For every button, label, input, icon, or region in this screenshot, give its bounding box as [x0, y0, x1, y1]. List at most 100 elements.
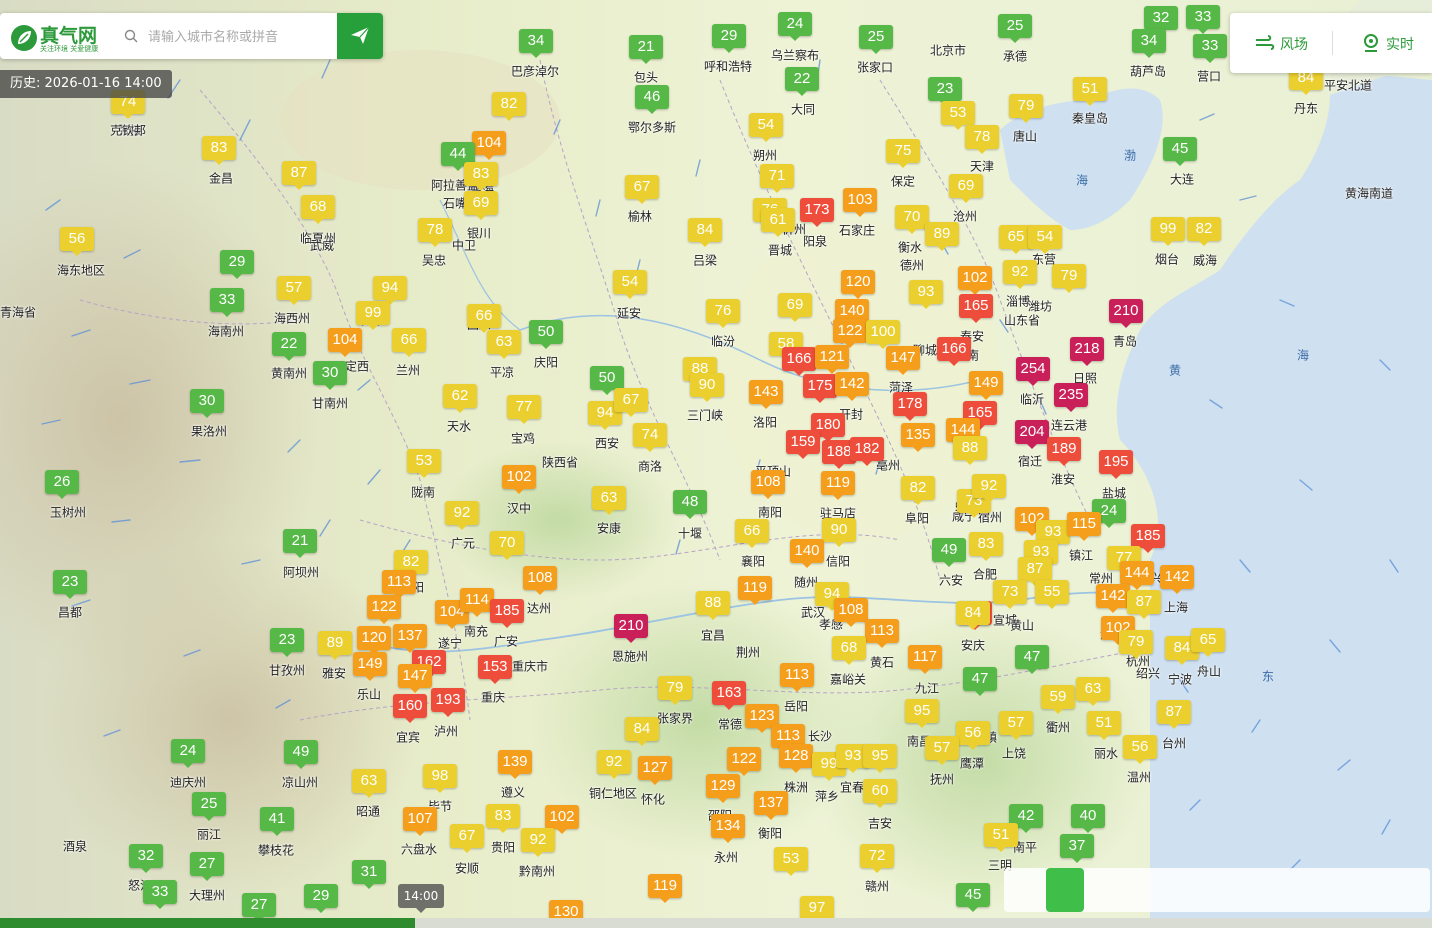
aqi-marker[interactable]: 153	[478, 655, 512, 684]
aqi-marker[interactable]: 53	[941, 101, 975, 130]
aqi-marker[interactable]: 29	[304, 884, 338, 913]
aqi-marker[interactable]: 48	[673, 490, 707, 519]
aqi-marker[interactable]: 119	[821, 471, 855, 500]
aqi-marker[interactable]: 45	[1163, 137, 1197, 166]
aqi-marker[interactable]: 117	[908, 645, 942, 674]
aqi-marker[interactable]: 25	[998, 14, 1032, 43]
aqi-marker[interactable]: 143	[749, 380, 783, 409]
aqi-marker[interactable]: 185	[490, 599, 524, 628]
aqi-marker[interactable]: 147	[398, 664, 432, 693]
aqi-marker[interactable]: 49	[284, 740, 318, 769]
aqi-marker[interactable]: 89	[318, 631, 352, 660]
aqi-marker[interactable]: 95	[863, 744, 897, 773]
aqi-marker[interactable]: 47	[963, 667, 997, 696]
aqi-marker[interactable]: 121	[815, 345, 849, 374]
aqi-marker[interactable]: 115	[1067, 512, 1101, 541]
aqi-marker[interactable]: 79	[1119, 630, 1153, 659]
aqi-marker[interactable]: 77	[507, 395, 541, 424]
aqi-marker[interactable]: 59	[1041, 685, 1075, 714]
aqi-marker[interactable]: 83	[486, 804, 520, 833]
aqi-marker[interactable]: 104	[472, 131, 506, 160]
aqi-marker[interactable]: 79	[1052, 264, 1086, 293]
logo[interactable]: 真气网 关注环境 关爱健康	[10, 19, 115, 55]
aqi-marker[interactable]: 175	[803, 374, 837, 403]
aqi-marker[interactable]: 135	[901, 423, 935, 452]
aqi-marker[interactable]: 57	[277, 276, 311, 305]
aqi-marker[interactable]: 142	[1096, 584, 1130, 613]
aqi-marker[interactable]: 137	[393, 624, 427, 653]
aqi-marker[interactable]: 34	[519, 29, 553, 58]
aqi-marker[interactable]: 149	[969, 371, 1003, 400]
aqi-marker[interactable]: 140	[790, 539, 824, 568]
aqi-marker[interactable]: 254	[1016, 357, 1050, 386]
aqi-marker[interactable]: 90	[690, 373, 724, 402]
aqi-marker[interactable]: 193	[431, 688, 465, 717]
aqi-marker[interactable]: 127	[638, 756, 672, 785]
aqi-marker[interactable]: 54	[613, 270, 647, 299]
aqi-marker[interactable]: 54	[749, 113, 783, 142]
aqi-marker[interactable]: 69	[778, 293, 812, 322]
aqi-marker[interactable]: 78	[418, 218, 452, 247]
aqi-marker[interactable]: 99	[1151, 217, 1185, 246]
aqi-marker[interactable]: 63	[487, 330, 521, 359]
aqi-marker[interactable]: 51	[1087, 711, 1121, 740]
aqi-marker[interactable]: 88	[953, 436, 987, 465]
aqi-marker[interactable]: 210	[614, 614, 648, 643]
aqi-marker[interactable]: 113	[382, 570, 416, 599]
aqi-marker[interactable]: 69	[464, 191, 498, 220]
aqi-marker[interactable]: 30	[190, 389, 224, 418]
aqi-marker[interactable]: 29	[220, 250, 254, 279]
aqi-marker[interactable]: 129	[706, 774, 740, 803]
aqi-marker[interactable]: 149	[353, 652, 387, 681]
aqi-marker[interactable]: 83	[202, 136, 236, 165]
aqi-marker[interactable]: 57	[925, 736, 959, 765]
aqi-marker[interactable]: 144	[1120, 561, 1154, 590]
aqi-marker[interactable]: 21	[629, 35, 663, 64]
aqi-marker[interactable]: 30	[313, 361, 347, 390]
aqi-marker[interactable]: 108	[751, 470, 785, 499]
aqi-marker[interactable]: 120	[841, 270, 875, 299]
aqi-marker[interactable]: 182	[850, 437, 884, 466]
aqi-marker[interactable]: 40	[1071, 804, 1105, 833]
search-submit-button[interactable]	[337, 13, 383, 59]
aqi-marker[interactable]: 67	[625, 175, 659, 204]
aqi-marker[interactable]: 57	[999, 711, 1033, 740]
aqi-marker[interactable]: 70	[895, 205, 929, 234]
aqi-marker[interactable]: 31	[352, 860, 386, 889]
aqi-marker[interactable]: 173	[800, 198, 834, 227]
aqi-marker[interactable]: 29	[712, 24, 746, 53]
aqi-marker[interactable]: 76	[706, 299, 740, 328]
aqi-marker[interactable]: 22	[272, 332, 306, 361]
aqi-marker[interactable]: 137	[754, 791, 788, 820]
aqi-marker[interactable]: 89	[925, 222, 959, 251]
aqi-marker[interactable]: 83	[464, 162, 498, 191]
aqi-marker[interactable]: 66	[392, 328, 426, 357]
aqi-marker[interactable]: 63	[1076, 677, 1110, 706]
aqi-marker[interactable]: 195	[1099, 450, 1133, 479]
aqi-marker[interactable]: 41	[260, 807, 294, 836]
aqi-marker[interactable]: 119	[738, 576, 772, 605]
aqi-marker[interactable]: 166	[937, 337, 971, 366]
aqi-marker[interactable]: 69	[949, 174, 983, 203]
aqi-marker[interactable]: 107	[403, 807, 437, 836]
aqi-marker[interactable]: 119	[648, 874, 682, 903]
aqi-marker[interactable]: 98	[423, 764, 457, 793]
aqi-marker[interactable]: 113	[865, 619, 899, 648]
aqi-marker[interactable]: 78	[965, 125, 999, 154]
aqi-marker[interactable]: 25	[859, 25, 893, 54]
aqi-marker[interactable]: 21	[283, 529, 317, 558]
aqi-marker[interactable]: 204	[1015, 420, 1049, 449]
aqi-marker[interactable]: 68	[301, 195, 335, 224]
aqi-marker[interactable]: 23	[53, 570, 87, 599]
aqi-marker[interactable]: 33	[1186, 5, 1220, 34]
aqi-marker[interactable]: 46	[635, 85, 669, 114]
aqi-marker[interactable]: 62	[443, 384, 477, 413]
aqi-marker[interactable]: 50	[529, 320, 563, 349]
aqi-marker[interactable]: 79	[1009, 94, 1043, 123]
aqi-marker[interactable]: 235	[1054, 383, 1088, 412]
aqi-marker[interactable]: 113	[780, 663, 814, 692]
aqi-marker[interactable]: 33	[143, 880, 177, 909]
aqi-marker[interactable]: 82	[901, 476, 935, 505]
aqi-marker[interactable]: 63	[352, 769, 386, 798]
aqi-marker[interactable]: 25	[192, 792, 226, 821]
